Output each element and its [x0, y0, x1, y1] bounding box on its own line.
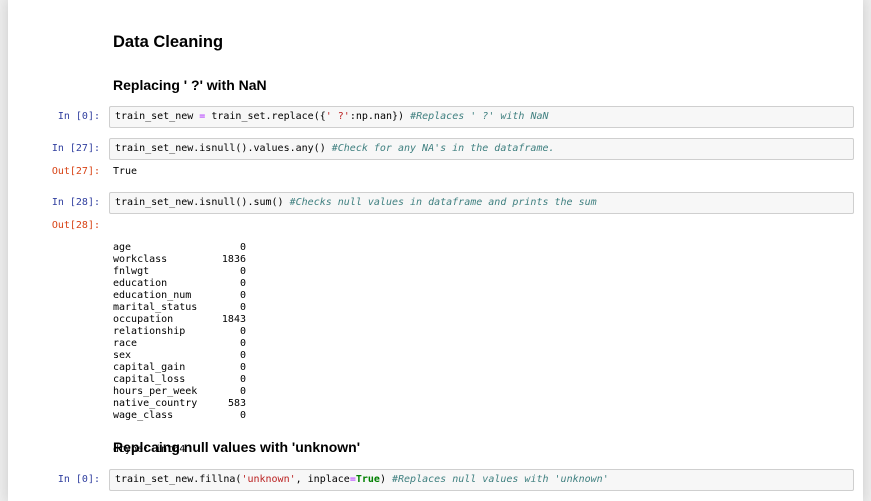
series-column-name: wage_class: [113, 410, 174, 421]
series-null-count: 583: [227, 398, 246, 409]
series-column-name: relationship: [113, 326, 186, 337]
series-null-count: 0: [239, 266, 246, 277]
output-true: True: [113, 166, 138, 177]
series-column-name: native_country: [113, 398, 198, 409]
output-prompt: Out[28]:: [51, 220, 100, 231]
series-row: hours_per_week 0: [113, 386, 253, 398]
series-null-count: 0: [239, 242, 246, 253]
series-null-count: 0: [239, 278, 246, 289]
series-row: relationship 0: [113, 326, 253, 338]
series-null-count: 0: [239, 386, 246, 397]
series-column-name: capital_gain: [113, 362, 186, 373]
series-column-name: workclass: [113, 254, 168, 265]
series-column-name: capital_loss: [113, 374, 186, 385]
series-row: capital_gain 0: [113, 362, 253, 374]
input-prompt: In [28]:: [51, 197, 100, 208]
series-column-name: education: [113, 278, 168, 289]
series-column-name: sex: [113, 350, 132, 361]
series-row: wage_class 0: [113, 410, 253, 422]
series-row: capital_loss 0: [113, 374, 253, 386]
series-row: fnlwgt 0: [113, 266, 253, 278]
series-row: age 0: [113, 242, 253, 254]
series-column-name: marital_status: [113, 302, 198, 313]
series-row: occupation 1843: [113, 314, 253, 326]
series-null-count: 0: [239, 410, 246, 421]
series-column-name: race: [113, 338, 138, 349]
output-prompt: Out[27]:: [51, 166, 100, 177]
series-column-name: hours_per_week: [113, 386, 198, 397]
series-null-count: 0: [239, 326, 246, 337]
series-row: race 0: [113, 338, 253, 350]
notebook-container: Data Cleaning Replacing ' ?' with NaN In…: [8, 0, 863, 501]
series-null-count: 0: [239, 350, 246, 361]
series-row: marital_status 0: [113, 302, 253, 314]
series-null-count: 0: [239, 338, 246, 349]
series-null-count: 0: [239, 302, 246, 313]
series-column-name: occupation: [113, 314, 174, 325]
input-prompt: In [0]:: [57, 111, 100, 122]
code-cell-isnull-any[interactable]: train_set_new.isnull().values.any() #Che…: [109, 138, 854, 160]
code-cell-fillna[interactable]: train_set_new.fillna('unknown', inplace=…: [109, 469, 854, 491]
code-cell-replace[interactable]: train_set_new = train_set.replace({' ?':…: [109, 106, 854, 128]
heading-data-cleaning: Data Cleaning: [113, 33, 224, 51]
series-column-name: education_num: [113, 290, 192, 301]
heading-replacing-null: Replcaing null values with 'unknown': [113, 439, 361, 455]
series-row: native_country 583: [113, 398, 253, 410]
series-null-count: 1843: [221, 314, 246, 325]
heading-replacing-nan: Replacing ' ?' with NaN: [113, 77, 267, 93]
input-prompt: In [0]:: [57, 474, 100, 485]
code-cell-isnull-sum[interactable]: train_set_new.isnull().sum() #Checks nul…: [109, 192, 854, 214]
series-column-name: age: [113, 242, 132, 253]
series-row: sex 0: [113, 350, 253, 362]
series-row: education_num 0: [113, 290, 253, 302]
series-column-name: fnlwgt: [113, 266, 150, 277]
series-row: education 0: [113, 278, 253, 290]
series-null-count: 1836: [221, 254, 246, 265]
input-prompt: In [27]:: [51, 143, 100, 154]
series-row: workclass 1836: [113, 254, 253, 266]
series-null-count: 0: [239, 362, 246, 373]
series-null-count: 0: [239, 290, 246, 301]
series-null-count: 0: [239, 374, 246, 385]
